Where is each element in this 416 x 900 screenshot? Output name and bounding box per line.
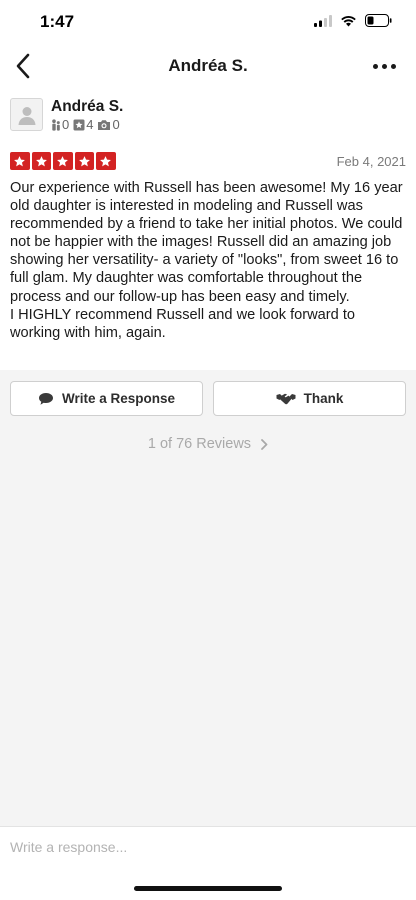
star-icon <box>10 152 30 170</box>
review-date: Feb 4, 2021 <box>336 154 406 169</box>
star-icon <box>53 152 73 170</box>
photos-count: 0 <box>112 117 120 132</box>
reviewer-name[interactable]: Andréa S. <box>51 98 123 116</box>
star-rating <box>10 152 116 170</box>
reviewer-stats: 0 4 0 <box>51 117 124 132</box>
status-time: 1:47 <box>40 12 75 31</box>
signal-icon <box>314 14 332 27</box>
thank-label: Thank <box>303 391 344 406</box>
default-avatar-icon <box>18 106 35 125</box>
camera-icon <box>98 119 111 130</box>
photos-stat: 0 <box>97 117 120 132</box>
review-card: Andréa S. 0 4 0 Feb 4, 2021 Our experien… <box>0 90 416 370</box>
chevron-right-icon <box>261 438 268 450</box>
page-title: Andréa S. <box>168 56 248 75</box>
friends-stat: 0 <box>51 117 69 132</box>
review-text: Our experience with Russell has been awe… <box>10 180 403 341</box>
response-composer <box>0 826 416 866</box>
battery-icon <box>365 14 392 27</box>
status-icons <box>314 14 392 27</box>
friends-count: 0 <box>62 117 70 132</box>
wifi-icon <box>341 15 356 26</box>
more-icon <box>372 63 378 69</box>
nav-bar: Andréa S. <box>0 44 416 90</box>
thank-button[interactable]: Thank <box>213 381 406 416</box>
home-indicator[interactable] <box>134 886 282 891</box>
star-icon <box>96 152 116 170</box>
friends-icon <box>52 118 60 131</box>
speech-bubble-icon <box>38 392 54 406</box>
reviews-stat: 4 <box>73 117 93 132</box>
home-area <box>0 866 416 900</box>
review-icon <box>73 119 85 130</box>
status-bar: 1:47 <box>0 0 416 44</box>
write-response-button[interactable]: Write a Response <box>10 381 203 416</box>
review-pager[interactable]: 1 of 76 Reviews <box>0 436 416 452</box>
response-input[interactable] <box>0 827 416 866</box>
reviews-count: 4 <box>86 117 94 132</box>
star-icon <box>74 152 94 170</box>
star-icon <box>31 152 51 170</box>
handshake-icon <box>276 392 296 406</box>
more-button[interactable] <box>370 54 398 78</box>
review-actions: Write a Response Thank <box>10 381 406 416</box>
pager-label: 1 of 76 Reviews <box>147 436 252 452</box>
write-response-label: Write a Response <box>61 391 176 406</box>
avatar[interactable] <box>10 98 43 131</box>
